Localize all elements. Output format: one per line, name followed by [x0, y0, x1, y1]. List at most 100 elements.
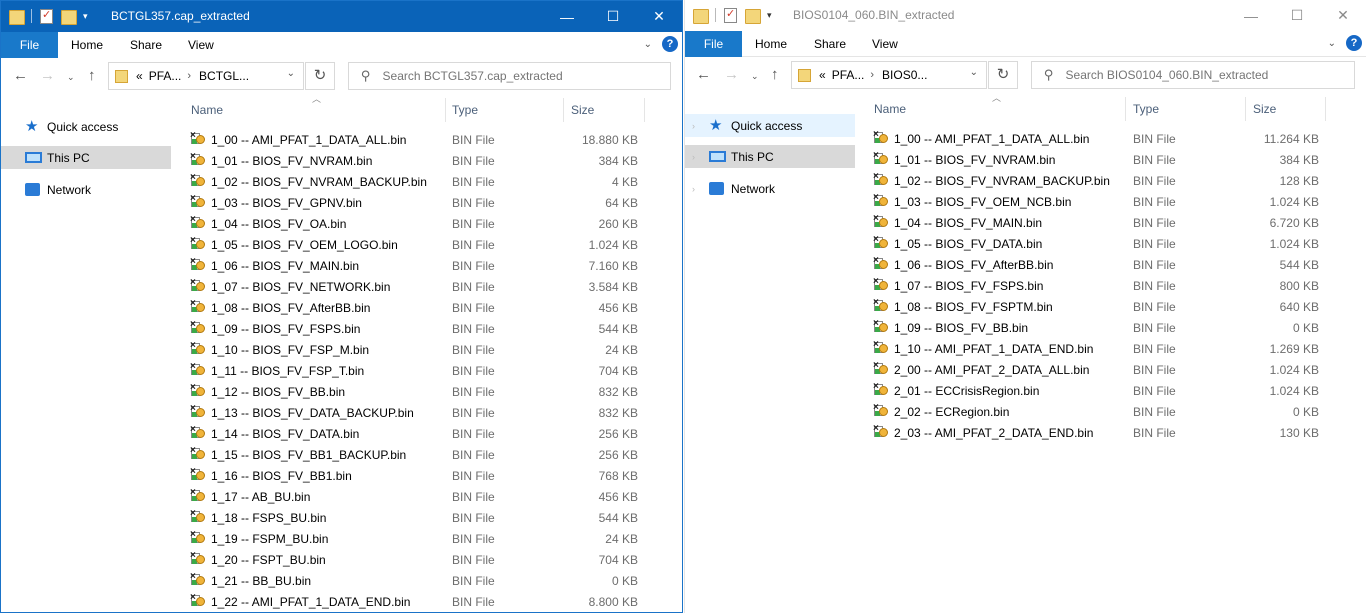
title-bar[interactable]: ▾ BIOS0104_060.BIN_extracted ― ☐ ✕	[685, 0, 1366, 31]
file-row[interactable]: × 2_00 -- AMI_PFAT_2_DATA_ALL.bin BIN File…	[857, 359, 1366, 380]
file-row[interactable]: × 1_03 -- BIOS_FV_GPNV.bin BIN File 64 KB	[174, 192, 682, 213]
file-row[interactable]: × 1_19 -- FSPM_BU.bin BIN File 24 KB	[174, 528, 682, 549]
file-row[interactable]: × 1_04 -- BIOS_FV_MAIN.bin BIN File 6.720 K…	[857, 212, 1366, 233]
help-icon[interactable]: ?	[662, 36, 678, 52]
file-row[interactable]: × 1_08 -- BIOS_FV_AfterBB.bin BIN File 456 …	[174, 297, 682, 318]
file-row[interactable]: × 1_15 -- BIOS_FV_BB1_BACKUP.bin BIN File 2…	[174, 444, 682, 465]
recent-locations-icon[interactable]: ⌄	[67, 72, 75, 83]
column-header-type[interactable]: Type	[1133, 102, 1159, 116]
column-divider[interactable]	[1125, 97, 1126, 121]
close-button[interactable]: ✕	[1320, 0, 1366, 31]
file-row[interactable]: × 1_10 -- BIOS_FV_FSP_M.bin BIN File 24 KB	[174, 339, 682, 360]
maximize-button[interactable]: ☐	[590, 1, 636, 32]
file-row[interactable]: × 1_02 -- BIOS_FV_NVRAM_BACKUP.bin BIN Fil…	[174, 171, 682, 192]
address-dropdown-icon[interactable]: ⌄	[970, 67, 978, 78]
search-input[interactable]	[1065, 68, 1326, 82]
breadcrumb-overflow[interactable]: «	[819, 68, 826, 82]
customize-toolbar-icon[interactable]: ▾	[767, 10, 772, 21]
address-bar[interactable]: « PFA... › BCTGL... ⌄	[108, 62, 304, 90]
up-arrow-icon[interactable]: ↑	[88, 67, 96, 84]
tab-home[interactable]: Home	[742, 31, 800, 57]
file-row[interactable]: × 1_16 -- BIOS_FV_BB1.bin BIN File 768 KB	[174, 465, 682, 486]
folder-icon[interactable]	[693, 7, 709, 24]
tab-share[interactable]: Share	[117, 32, 176, 58]
file-row[interactable]: × 1_06 -- BIOS_FV_AfterBB.bin BIN File 544 …	[857, 254, 1366, 275]
file-row[interactable]: × 1_13 -- BIOS_FV_DATA_BACKUP.bin BIN File…	[174, 402, 682, 423]
file-row[interactable]: × 1_10 -- AMI_PFAT_1_DATA_END.bin BIN File…	[857, 338, 1366, 359]
column-header-size[interactable]: Size	[571, 103, 594, 117]
file-row[interactable]: × 1_11 -- BIOS_FV_FSP_T.bin BIN File 704 KB	[174, 360, 682, 381]
file-row[interactable]: × 1_22 -- AMI_PFAT_1_DATA_END.bin BIN File…	[174, 591, 682, 612]
file-row[interactable]: × 1_09 -- BIOS_FV_FSPS.bin BIN File 544 KB	[174, 318, 682, 339]
column-header-type[interactable]: Type	[452, 103, 478, 117]
tab-view[interactable]: View	[859, 31, 911, 57]
nav-item-quick-access[interactable]: › ★ Quick access	[685, 114, 855, 137]
expand-chevron-icon[interactable]: ›	[692, 121, 695, 131]
nav-item-this-pc[interactable]: › This PC	[685, 145, 855, 168]
new-folder-icon[interactable]	[61, 8, 77, 25]
file-row[interactable]: × 1_12 -- BIOS_FV_BB.bin BIN File 832 KB	[174, 381, 682, 402]
file-row[interactable]: × 1_14 -- BIOS_FV_DATA.bin BIN File 256 KB	[174, 423, 682, 444]
file-row[interactable]: × 2_03 -- AMI_PFAT_2_DATA_END.bin BIN File…	[857, 422, 1366, 443]
file-row[interactable]: × 1_09 -- BIOS_FV_BB.bin BIN File 0 KB	[857, 317, 1366, 338]
tab-home[interactable]: Home	[58, 32, 117, 58]
file-row[interactable]: × 1_05 -- BIOS_FV_DATA.bin BIN File 1.024 K…	[857, 233, 1366, 254]
back-arrow-icon[interactable]: ←	[13, 67, 28, 84]
file-row[interactable]: × 1_01 -- BIOS_FV_NVRAM.bin BIN File 384 KB	[174, 150, 682, 171]
file-row[interactable]: × 1_07 -- BIOS_FV_NETWORK.bin BIN File 3.58…	[174, 276, 682, 297]
minimize-button[interactable]: ―	[544, 1, 590, 32]
folder-icon[interactable]	[9, 8, 25, 25]
file-row[interactable]: × 1_05 -- BIOS_FV_OEM_LOGO.bin BIN File 1.0…	[174, 234, 682, 255]
nav-item-network[interactable]: Network	[1, 178, 171, 201]
back-arrow-icon[interactable]: ←	[696, 66, 711, 83]
file-row[interactable]: × 1_06 -- BIOS_FV_MAIN.bin BIN File 7.160 K…	[174, 255, 682, 276]
file-row[interactable]: × 1_21 -- BB_BU.bin BIN File 0 KB	[174, 570, 682, 591]
expand-chevron-icon[interactable]: ›	[692, 152, 695, 162]
address-bar[interactable]: « PFA... › BIOS0... ⌄	[791, 61, 987, 89]
file-row[interactable]: × 1_03 -- BIOS_FV_OEM_NCB.bin BIN File 1.02…	[857, 191, 1366, 212]
file-row[interactable]: × 1_17 -- AB_BU.bin BIN File 456 KB	[174, 486, 682, 507]
maximize-button[interactable]: ☐	[1274, 0, 1320, 31]
tab-share[interactable]: Share	[801, 31, 859, 57]
search-input[interactable]	[382, 69, 643, 83]
file-row[interactable]: × 1_20 -- FSPT_BU.bin BIN File 704 KB	[174, 549, 682, 570]
title-bar[interactable]: ▾ BCTGL357.cap_extracted ― ☐ ✕	[1, 1, 682, 32]
close-button[interactable]: ✕	[636, 1, 682, 32]
column-header-name[interactable]: Name	[874, 102, 906, 116]
expand-chevron-icon[interactable]: ›	[692, 184, 695, 194]
file-row[interactable]: × 1_01 -- BIOS_FV_NVRAM.bin BIN File 384 KB	[857, 149, 1366, 170]
breadcrumb-item[interactable]: PFA...	[149, 69, 182, 83]
column-header-name[interactable]: Name	[191, 103, 223, 117]
nav-item-network[interactable]: › Network	[685, 177, 855, 200]
nav-item-quick-access[interactable]: ★ Quick access	[1, 115, 171, 138]
minimize-button[interactable]: ―	[1228, 0, 1274, 31]
breadcrumb-item[interactable]: BCTGL...	[199, 69, 249, 83]
search-box[interactable]: ⚲	[1031, 61, 1355, 89]
nav-item-this-pc[interactable]: This PC	[1, 146, 171, 169]
file-row[interactable]: × 1_08 -- BIOS_FV_FSPTM.bin BIN File 640 KB	[857, 296, 1366, 317]
file-row[interactable]: × 2_01 -- ECCrisisRegion.bin BIN File 1.024…	[857, 380, 1366, 401]
tab-file[interactable]: File	[685, 31, 742, 57]
tab-file[interactable]: File	[1, 32, 58, 58]
breadcrumb-item[interactable]: BIOS0...	[882, 68, 927, 82]
customize-toolbar-icon[interactable]: ▾	[83, 11, 88, 22]
refresh-button[interactable]: ↻	[988, 61, 1018, 89]
help-icon[interactable]: ?	[1346, 35, 1362, 51]
expand-ribbon-icon[interactable]: ⌄	[1328, 38, 1336, 49]
tab-view[interactable]: View	[175, 32, 227, 58]
breadcrumb-overflow[interactable]: «	[136, 69, 143, 83]
file-row[interactable]: × 2_02 -- ECRegion.bin BIN File 0 KB	[857, 401, 1366, 422]
properties-icon[interactable]	[724, 7, 737, 23]
column-divider[interactable]	[1325, 97, 1326, 121]
address-dropdown-icon[interactable]: ⌄	[287, 68, 295, 79]
file-row[interactable]: × 1_00 -- AMI_PFAT_1_DATA_ALL.bin BIN File…	[857, 128, 1366, 149]
recent-locations-icon[interactable]: ⌄	[751, 71, 759, 82]
file-row[interactable]: × 1_07 -- BIOS_FV_FSPS.bin BIN File 800 KB	[857, 275, 1366, 296]
file-row[interactable]: × 1_00 -- AMI_PFAT_1_DATA_ALL.bin BIN File…	[174, 129, 682, 150]
column-header-size[interactable]: Size	[1253, 102, 1276, 116]
file-row[interactable]: × 1_02 -- BIOS_FV_NVRAM_BACKUP.bin BIN Fil…	[857, 170, 1366, 191]
forward-arrow-icon[interactable]: →	[40, 67, 55, 84]
up-arrow-icon[interactable]: ↑	[771, 66, 779, 83]
forward-arrow-icon[interactable]: →	[724, 66, 739, 83]
new-folder-icon[interactable]	[745, 7, 761, 24]
